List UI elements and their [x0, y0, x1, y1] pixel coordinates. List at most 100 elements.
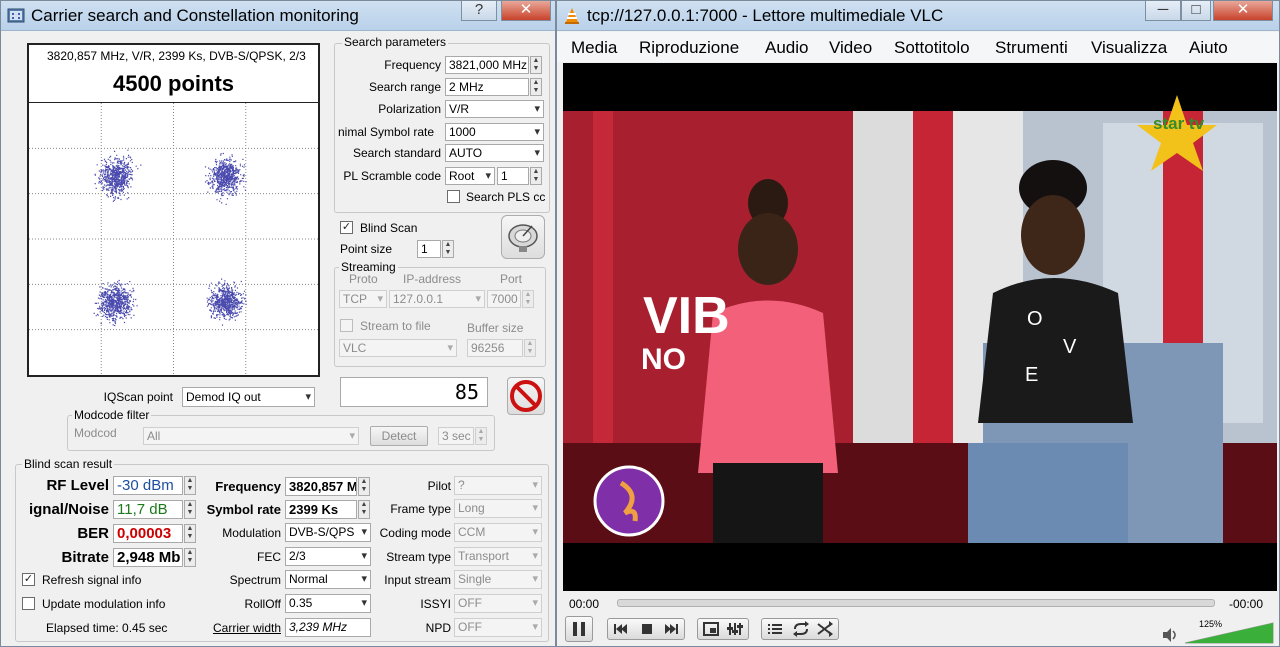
search-range-input[interactable]: 2 MHz — [445, 78, 529, 96]
pause-button[interactable] — [565, 616, 593, 642]
bitrate-spinner[interactable]: ▲ ▼ — [184, 548, 196, 567]
app-icon — [7, 8, 25, 23]
polarization-select[interactable]: V/R — [445, 100, 544, 118]
issyi-select[interactable]: OFF — [454, 594, 542, 613]
input-stream-select[interactable]: Single — [454, 570, 542, 589]
background-text-1: VIB — [643, 287, 730, 345]
pl-scramble-label: PL Scramble code — [343, 169, 441, 183]
update-modulation-checkbox[interactable] — [22, 597, 35, 610]
time-elapsed: 00:00 — [569, 597, 600, 611]
rf-level-spinner[interactable]: ▲ ▼ — [184, 476, 196, 495]
frame-type-select[interactable]: Long — [454, 499, 542, 518]
modulation-select[interactable]: DVB-S/QPS — [285, 523, 371, 542]
iq-scan-point-select[interactable]: Demod IQ out — [182, 387, 315, 407]
port-spinner[interactable]: ▲ ▼ — [522, 290, 534, 308]
blind-scan-checkbox[interactable]: ✓ — [340, 221, 353, 234]
volume-slider[interactable] — [1183, 619, 1275, 645]
loop-icon[interactable] — [790, 619, 812, 639]
search-pls-label: Search PLS cc — [466, 190, 546, 204]
carrier-width-value: 3,239 MHz — [285, 618, 371, 637]
proto-select[interactable]: TCP — [339, 290, 387, 308]
min-symbol-rate-select[interactable]: 1000 — [445, 123, 544, 141]
speaker-icon[interactable] — [1161, 627, 1179, 643]
rolloff-label: RollOff — [244, 597, 281, 611]
playlist-icon[interactable] — [764, 619, 786, 639]
modcode-select[interactable]: All — [143, 427, 359, 445]
carrier-width-link[interactable]: Carrier width — [197, 621, 281, 635]
rf-level-value: -30 dBm — [113, 476, 183, 495]
result-symbol-rate-value: 2399 Ks — [285, 500, 357, 519]
coding-mode-select[interactable]: CCM — [454, 523, 542, 542]
satellite-dish-button[interactable] — [501, 215, 545, 259]
constellation-plot: 3820,857 MHz, V/R, 2399 Ks, DVB-S/QPSK, … — [27, 43, 320, 377]
previous-icon[interactable] — [610, 619, 632, 639]
menu-strumenti[interactable]: Strumenti — [995, 38, 1068, 58]
search-standard-select[interactable]: AUTO — [445, 144, 544, 162]
menu-audio[interactable]: Audio — [765, 38, 808, 58]
pilot-select[interactable]: ? — [454, 476, 542, 495]
satellite-dish-icon — [508, 224, 538, 252]
buffer-size-label: Buffer size — [467, 321, 524, 335]
issyi-label: ISSYI — [420, 597, 451, 611]
result-frequency-spinner[interactable]: ▲ ▼ — [358, 477, 370, 496]
stop-button[interactable] — [507, 377, 545, 415]
point-size-input[interactable]: 1 — [417, 240, 441, 258]
vlc-cone-icon — [565, 8, 579, 24]
extended-settings-icon[interactable] — [724, 619, 746, 639]
stream-to-file-checkbox[interactable] — [340, 319, 353, 332]
ber-spinner[interactable]: ▲ ▼ — [184, 524, 196, 543]
maximize-button[interactable]: □ — [1181, 1, 1211, 21]
npd-select[interactable]: OFF — [454, 618, 542, 637]
minimize-button[interactable]: ─ — [1145, 1, 1181, 21]
fullscreen-icon[interactable] — [700, 619, 722, 639]
video-output[interactable]: star tv VIB NO O V E — [563, 63, 1277, 591]
stop-playback-icon[interactable] — [636, 619, 658, 639]
scan-time-input[interactable]: 3 sec — [438, 427, 474, 445]
search-pls-checkbox[interactable] — [447, 190, 460, 203]
buffer-size-spinner[interactable]: ▲ ▼ — [524, 339, 536, 357]
search-standard-label: Search standard — [352, 146, 441, 160]
shuffle-icon[interactable] — [814, 619, 836, 639]
scan-time-spinner[interactable]: ▲ ▼ — [475, 427, 487, 445]
point-size-label: Point size — [340, 242, 393, 256]
detect-button[interactable]: Detect — [370, 426, 428, 446]
point-size-spinner[interactable]: ▲ ▼ — [442, 240, 454, 258]
rolloff-select[interactable]: 0.35 — [285, 594, 371, 613]
seek-bar[interactable] — [617, 599, 1215, 607]
frequency-spinner[interactable]: ▲ ▼ — [530, 56, 542, 74]
elapsed-time: Elapsed time: 0.45 sec — [46, 621, 168, 635]
help-button[interactable]: ? — [461, 1, 497, 21]
ip-address-select[interactable]: 127.0.0.1 — [389, 290, 485, 308]
next-icon[interactable] — [660, 619, 682, 639]
frequency-input[interactable]: 3821,000 MHz — [445, 56, 529, 74]
spectrum-select[interactable]: Normal — [285, 570, 371, 589]
signal-noise-spinner[interactable]: ▲ ▼ — [184, 500, 196, 519]
close-button[interactable]: ✕ — [501, 1, 551, 21]
pl-scramble-input[interactable]: 1 — [497, 167, 529, 185]
counter-display: 85 — [340, 377, 488, 407]
menu-riproduzione[interactable]: Riproduzione — [639, 38, 739, 58]
refresh-signal-checkbox[interactable]: ✓ — [22, 573, 35, 586]
player-select[interactable]: VLC — [339, 339, 457, 357]
menu-sottotitolo[interactable]: Sottotitolo — [894, 38, 970, 58]
vlc-window-title: tcp://127.0.0.1:7000 - Lettore multimedi… — [587, 6, 944, 25]
buffer-size-input[interactable]: 96256 — [467, 339, 523, 357]
menu-media[interactable]: Media — [571, 38, 617, 58]
vlc-close-button[interactable]: ✕ — [1213, 1, 1273, 21]
constellation-scatter — [29, 103, 318, 375]
menu-aiuto[interactable]: Aiuto — [1189, 38, 1228, 58]
fec-label: FEC — [257, 550, 281, 564]
pl-scramble-mode-select[interactable]: Root — [445, 167, 495, 185]
refresh-signal-label: Refresh signal info — [42, 573, 142, 587]
channel-logo: star tv — [1153, 114, 1205, 133]
port-header: Port — [500, 272, 523, 286]
pl-scramble-spinner[interactable]: ▲ ▼ — [530, 167, 542, 185]
menu-video[interactable]: Video — [829, 38, 872, 58]
carrier-search-window: Carrier search and Constellation monitor… — [0, 0, 556, 647]
port-input[interactable]: 7000 — [487, 290, 521, 308]
menu-visualizza[interactable]: Visualizza — [1091, 38, 1167, 58]
search-range-spinner[interactable]: ▲ ▼ — [530, 78, 542, 96]
fec-select[interactable]: 2/3 — [285, 547, 371, 566]
result-symbol-rate-spinner[interactable]: ▲ ▼ — [358, 500, 370, 519]
stream-type-select[interactable]: Transport — [454, 547, 542, 566]
